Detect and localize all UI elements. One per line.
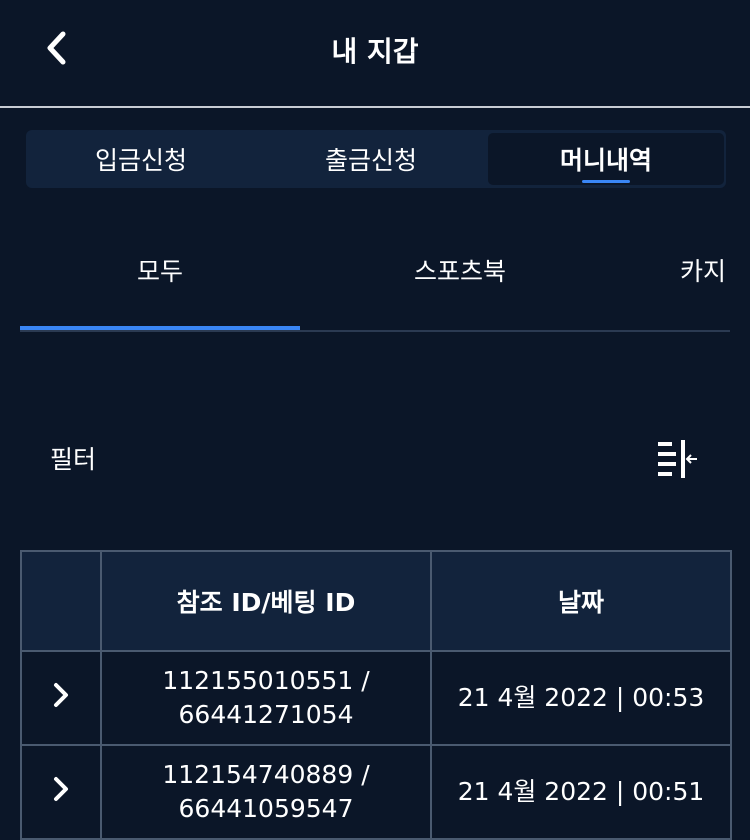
chevron-right-icon[interactable]: [46, 680, 76, 710]
tab-casino[interactable]: 카지: [680, 230, 730, 310]
tab-sportsbook[interactable]: 스포츠북: [320, 230, 600, 310]
tab-label: 모두: [136, 257, 183, 286]
tab-label: 스포츠북: [413, 257, 506, 286]
bet-id: 66441059547: [178, 794, 354, 823]
filter-label: 필터: [50, 445, 97, 474]
table-row[interactable]: 112154740889 / 66441059547 21 4월 2022 | …: [20, 744, 732, 840]
app-header: 내 지갑: [0, 0, 750, 108]
date-cell: 21 4월 2022 | 00:51: [430, 744, 732, 840]
wallet-segment-control: 입금신청 출금신청 머니내역: [26, 130, 726, 188]
segment-label: 머니내역: [559, 146, 652, 175]
reference-id: 112155010551 /: [162, 666, 370, 695]
expand-cell[interactable]: [20, 650, 102, 746]
segment-deposit-request[interactable]: 입금신청: [26, 130, 256, 188]
column-header-reference-id: 참조 ID/베팅 ID: [100, 550, 432, 652]
column-header-expand: [20, 550, 102, 652]
column-header-date: 날짜: [430, 550, 732, 652]
filter-toggle-button[interactable]: [654, 440, 698, 478]
segment-label: 입금신청: [94, 146, 187, 175]
tab-label: 카지: [680, 257, 727, 286]
segment-withdraw-request[interactable]: 출금신청: [256, 130, 486, 188]
filter-collapse-icon: [658, 440, 697, 478]
segment-money-history[interactable]: 머니내역: [488, 133, 724, 185]
bet-id: 66441271054: [178, 700, 354, 729]
date-cell: 21 4월 2022 | 00:53: [430, 650, 732, 746]
table-header-row: 참조 ID/베팅 ID 날짜: [20, 550, 732, 652]
money-history-table: 참조 ID/베팅 ID 날짜 112155010551 / 6644127105…: [20, 550, 732, 840]
reference-id-cell: 112154740889 / 66441059547: [100, 744, 432, 840]
chevron-right-icon[interactable]: [46, 774, 76, 804]
segment-active-underline: [582, 180, 630, 183]
reference-id-cell: 112155010551 / 66441271054: [100, 650, 432, 746]
page-title: 내 지갑: [331, 35, 419, 68]
table-row[interactable]: 112155010551 / 66441271054 21 4월 2022 | …: [20, 650, 732, 746]
tab-active-indicator: [20, 326, 300, 330]
tab-all[interactable]: 모두: [20, 230, 300, 310]
expand-cell[interactable]: [20, 744, 102, 840]
category-tabs: 모두 스포츠북 카지: [20, 230, 730, 332]
reference-id: 112154740889 /: [162, 760, 370, 789]
segment-label: 출금신청: [324, 146, 417, 175]
